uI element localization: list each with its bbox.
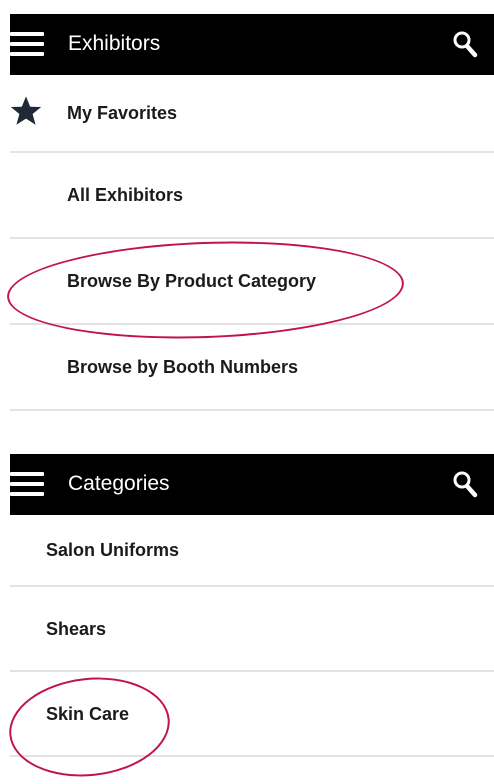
hamburger-menu-icon[interactable] [10, 32, 44, 56]
hamburger-line [10, 482, 44, 486]
hamburger-line [10, 52, 44, 56]
list-item-label: My Favorites [67, 103, 178, 123]
list-item-label: Browse by Booth Numbers [67, 357, 299, 377]
hamburger-line [10, 492, 44, 496]
list-item-label: Salon Uniforms [46, 540, 180, 560]
list-item-label: Skin Care [46, 703, 130, 724]
list-item-browse-by-product-category[interactable]: Browse By Product Category [10, 239, 494, 325]
hamburger-menu-icon[interactable] [10, 472, 44, 496]
list-item-shears[interactable]: Shears [10, 587, 494, 672]
list-item-browse-by-booth-numbers[interactable]: Browse by Booth Numbers [10, 325, 494, 411]
categories-app-bar: Categories [10, 454, 494, 515]
categories-list: Salon Uniforms Shears Skin Care [0, 515, 494, 757]
list-item-label: Browse By Product Category [67, 271, 317, 291]
exhibitors-app-bar: Exhibitors [10, 14, 494, 75]
page-title: Exhibitors [68, 32, 161, 55]
hamburger-line [10, 32, 44, 36]
page-title: Categories [68, 472, 170, 495]
list-item-salon-uniforms[interactable]: Salon Uniforms [10, 515, 494, 587]
hamburger-line [10, 472, 44, 476]
hamburger-line [10, 42, 44, 46]
search-icon[interactable] [452, 30, 478, 58]
search-icon[interactable] [452, 470, 478, 498]
list-item-my-favorites[interactable]: My Favorites [10, 75, 494, 153]
list-item-label: Shears [46, 618, 107, 639]
exhibitors-menu-list: My Favorites All Exhibitors Browse By Pr… [0, 75, 494, 411]
star-icon [10, 96, 42, 125]
list-item-skin-care[interactable]: Skin Care [10, 672, 494, 757]
list-item-all-exhibitors[interactable]: All Exhibitors [10, 153, 494, 239]
list-item-label: All Exhibitors [67, 185, 184, 205]
